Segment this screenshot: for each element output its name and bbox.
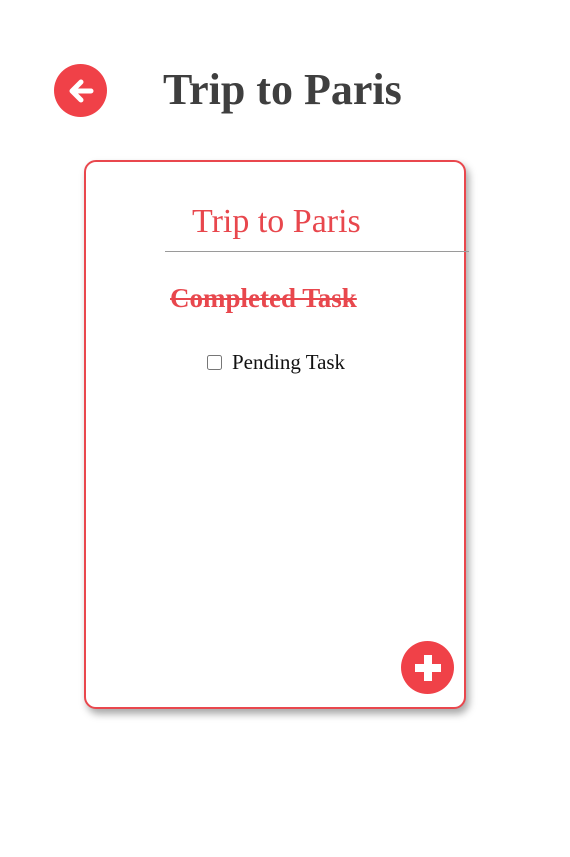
pending-task-item[interactable]: Pending Task [207,350,345,375]
back-button[interactable] [54,64,107,117]
page-title: Trip to Paris [163,65,402,114]
plus-icon [414,654,441,681]
pending-task-label: Pending Task [232,350,346,374]
list-title-input[interactable] [165,192,469,252]
completed-task-item[interactable]: Completed Task [170,283,357,314]
add-task-button[interactable] [401,641,454,694]
arrow-left-icon [69,79,93,102]
todo-card: Completed Task Pending Task [84,160,469,709]
pending-task-checkbox[interactable] [207,355,222,370]
